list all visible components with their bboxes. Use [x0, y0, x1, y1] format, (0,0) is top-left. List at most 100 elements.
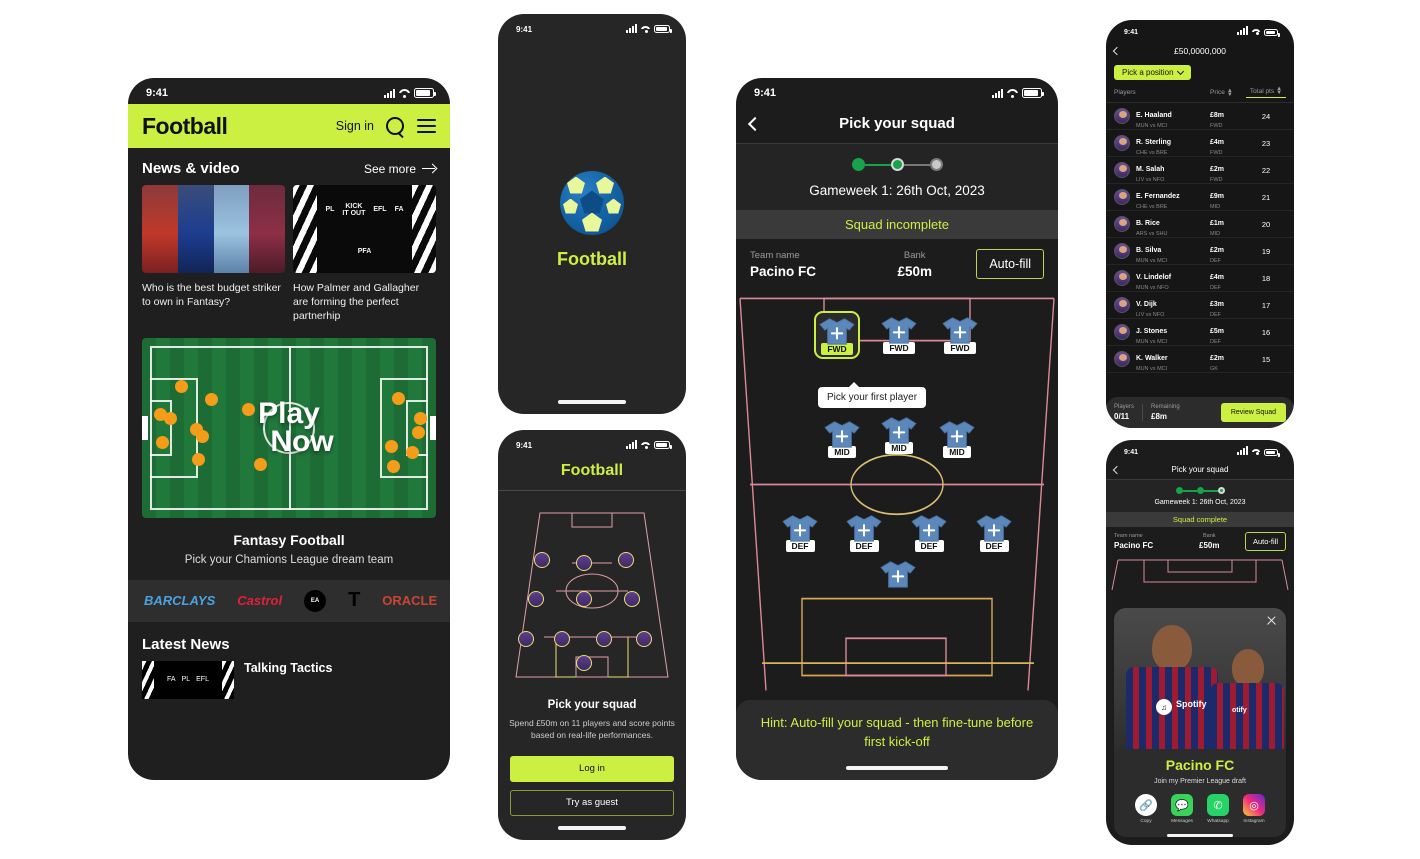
news-card[interactable]: Who is the best budget striker to own in…	[142, 185, 285, 324]
step-line-2	[1203, 489, 1218, 492]
team-photo: ♫ Spotify otify	[1114, 608, 1286, 749]
share-target-copy[interactable]: 🔗 Copy	[1135, 794, 1157, 824]
column-header-price[interactable]: Price ▲ ▼	[1210, 87, 1246, 98]
search-icon[interactable]	[386, 116, 405, 136]
squad-slot-fwd-2[interactable]: FWD	[876, 315, 922, 354]
player-position: GK	[1210, 365, 1218, 372]
news-card-caption: How Palmer and Gallagher are forming the…	[293, 282, 420, 323]
status-time: 9:41	[1124, 28, 1139, 36]
status-bar: 9:41	[128, 78, 450, 104]
share-sheet: ♫ Spotify otify Pacino FC Join my Premie…	[1114, 608, 1286, 837]
player-name: B. Rice	[1136, 219, 1160, 227]
player-position: DEF	[1210, 257, 1221, 264]
login-heading: Pick your squad	[547, 699, 637, 711]
latest-news-title: Latest News	[142, 635, 230, 653]
squad-slot-def-2[interactable]: DEF	[841, 513, 887, 552]
share-target-instagram[interactable]: ◎ Instagram	[1243, 794, 1265, 824]
squad-slot-gk[interactable]	[875, 559, 921, 589]
squad-slot-fwd-3[interactable]: FWD	[937, 315, 983, 354]
squad-slot-mid-1[interactable]: MID	[819, 419, 865, 458]
table-row[interactable]: E. Haaland MUN vs MCI £8m FWD 24	[1106, 103, 1294, 131]
squad-slot-mid-2[interactable]: MID	[876, 415, 922, 454]
squad-slot-mid-3[interactable]: MID	[934, 419, 980, 458]
player-price-block: £2m GK	[1210, 347, 1246, 372]
sort-icon: ▲ ▼	[1226, 87, 1233, 98]
latest-news-headline: Talking Tactics	[244, 660, 333, 675]
player-table[interactable]: E. Haaland MUN vs MCI £8m FWD 24 R. Ster…	[1106, 103, 1294, 397]
table-row[interactable]: V. Lindelof MUN vs NFO £4m DEF 18	[1106, 265, 1294, 293]
player-price: £2m	[1210, 354, 1225, 362]
fa-logo-icon: FA	[167, 676, 176, 684]
table-row[interactable]: V. Dijk LIV vs NFO £3m DEF 17	[1106, 292, 1294, 320]
phone-login-screen: 9:41 Football Pick your squad Spend £50m…	[498, 430, 686, 840]
share-targets: 🔗 Copy 💬 Messages ✆ Whatsapp ◎ Instagram	[1124, 794, 1276, 824]
player-price: £8m	[1210, 111, 1225, 119]
avatar	[1114, 297, 1130, 314]
table-row[interactable]: K. Walker MUN vs MCI £2m GK 15	[1106, 346, 1294, 374]
step-dot-2	[1196, 487, 1204, 494]
review-squad-button[interactable]: Review Squad	[1220, 403, 1286, 422]
shirt-icon	[823, 419, 861, 449]
battery-icon	[414, 88, 436, 98]
table-row[interactable]: J. Stones MUN vs MCI £5m DEF 16	[1106, 319, 1294, 347]
play-now-label: Play Now	[142, 338, 436, 518]
formation-player	[624, 591, 640, 607]
see-more-link[interactable]: See more	[364, 162, 436, 176]
player-price: £4m	[1210, 273, 1225, 281]
link-icon: 🔗	[1135, 794, 1157, 816]
latest-news-item[interactable]: FA PL EFL Talking Tactics	[128, 660, 450, 699]
team-name-block: Team name Pacino FC	[1114, 533, 1174, 550]
table-row[interactable]: B. Silva MUN vs MCI £2m DEF 19	[1106, 238, 1294, 266]
splash-body: Football	[498, 40, 686, 400]
remaining-value: £8m	[1151, 412, 1168, 421]
share-target-whatsapp[interactable]: ✆ Whatsapp	[1207, 794, 1229, 824]
latest-news-thumbnail: FA PL EFL	[142, 660, 234, 699]
table-row[interactable]: E. Fernandez CHE vs BRE £9m MID 21	[1106, 184, 1294, 212]
squad-slot-def-3[interactable]: DEF	[906, 513, 952, 552]
sign-in-button[interactable]: Sign in	[336, 119, 374, 133]
table-row[interactable]: R. Sterling CHE vs BRE £4m FWD 23	[1106, 130, 1294, 158]
hamburger-menu-icon[interactable]	[417, 119, 436, 133]
player-price: £1m	[1210, 219, 1225, 227]
share-target-messages[interactable]: 💬 Messages	[1171, 794, 1193, 824]
player-name: J. Stones	[1136, 327, 1168, 335]
player-price: £5m	[1210, 327, 1225, 335]
pfa-logo-icon: PFA	[357, 248, 372, 256]
avatar	[1114, 324, 1130, 341]
log-in-button[interactable]: Log in	[510, 755, 674, 782]
column-header-total-pts[interactable]: Total pts ▲ ▼	[1246, 86, 1286, 99]
nav-bar: £50,0000,000	[1106, 40, 1294, 62]
whatsapp-icon: ✆	[1207, 794, 1229, 816]
squad-slot-def-4[interactable]: DEF	[971, 513, 1017, 552]
formation-player	[534, 552, 550, 568]
squad-slot-def-1[interactable]: DEF	[777, 513, 823, 552]
efl-logo-icon: EFL	[196, 676, 209, 684]
close-icon[interactable]	[1266, 615, 1277, 626]
bank-block: Bank £50m	[863, 250, 966, 279]
player-identity: K. Walker MUN vs MCI	[1136, 347, 1210, 372]
step-line-2	[903, 163, 930, 166]
player-match: CHE vs BRE	[1136, 149, 1168, 156]
news-card[interactable]: PL KICK IT OUT EFL FA PFA How Palmer and …	[293, 185, 436, 324]
share-target-label: Copy	[1140, 819, 1152, 824]
position-filter-dropdown[interactable]: Pick a position	[1114, 65, 1191, 80]
play-now-banner[interactable]: Play Now	[142, 337, 436, 518]
player-identity: E. Fernandez CHE vs BRE	[1136, 185, 1210, 210]
battery-icon	[1264, 28, 1280, 37]
gameweek-label: Gameweek 1: 26th Oct, 2023	[809, 183, 985, 198]
page-title: Pick your squad	[839, 115, 955, 132]
table-row[interactable]: M. Salah LIV vs NFO £2m FWD 22	[1106, 157, 1294, 185]
status-icons	[626, 23, 672, 33]
team-name-block: Team name Pacino FC	[750, 250, 853, 279]
table-row[interactable]: B. Rice ARS vs SHU £1m MID 20	[1106, 211, 1294, 239]
shirt-icon	[781, 513, 819, 543]
status-icons	[992, 88, 1044, 98]
spotify-wordmark: otify	[1232, 707, 1247, 714]
shirt-icon	[818, 316, 856, 346]
squad-slot-fwd-1[interactable]: FWD	[814, 311, 860, 359]
progress-stepper: Gameweek 1: 26th Oct, 2023	[1106, 480, 1294, 512]
try-as-guest-button[interactable]: Try as guest	[510, 789, 674, 816]
status-time: 9:41	[754, 87, 777, 99]
auto-fill-button[interactable]: Auto-fill	[1245, 532, 1287, 551]
auto-fill-button[interactable]: Auto-fill	[976, 249, 1044, 279]
